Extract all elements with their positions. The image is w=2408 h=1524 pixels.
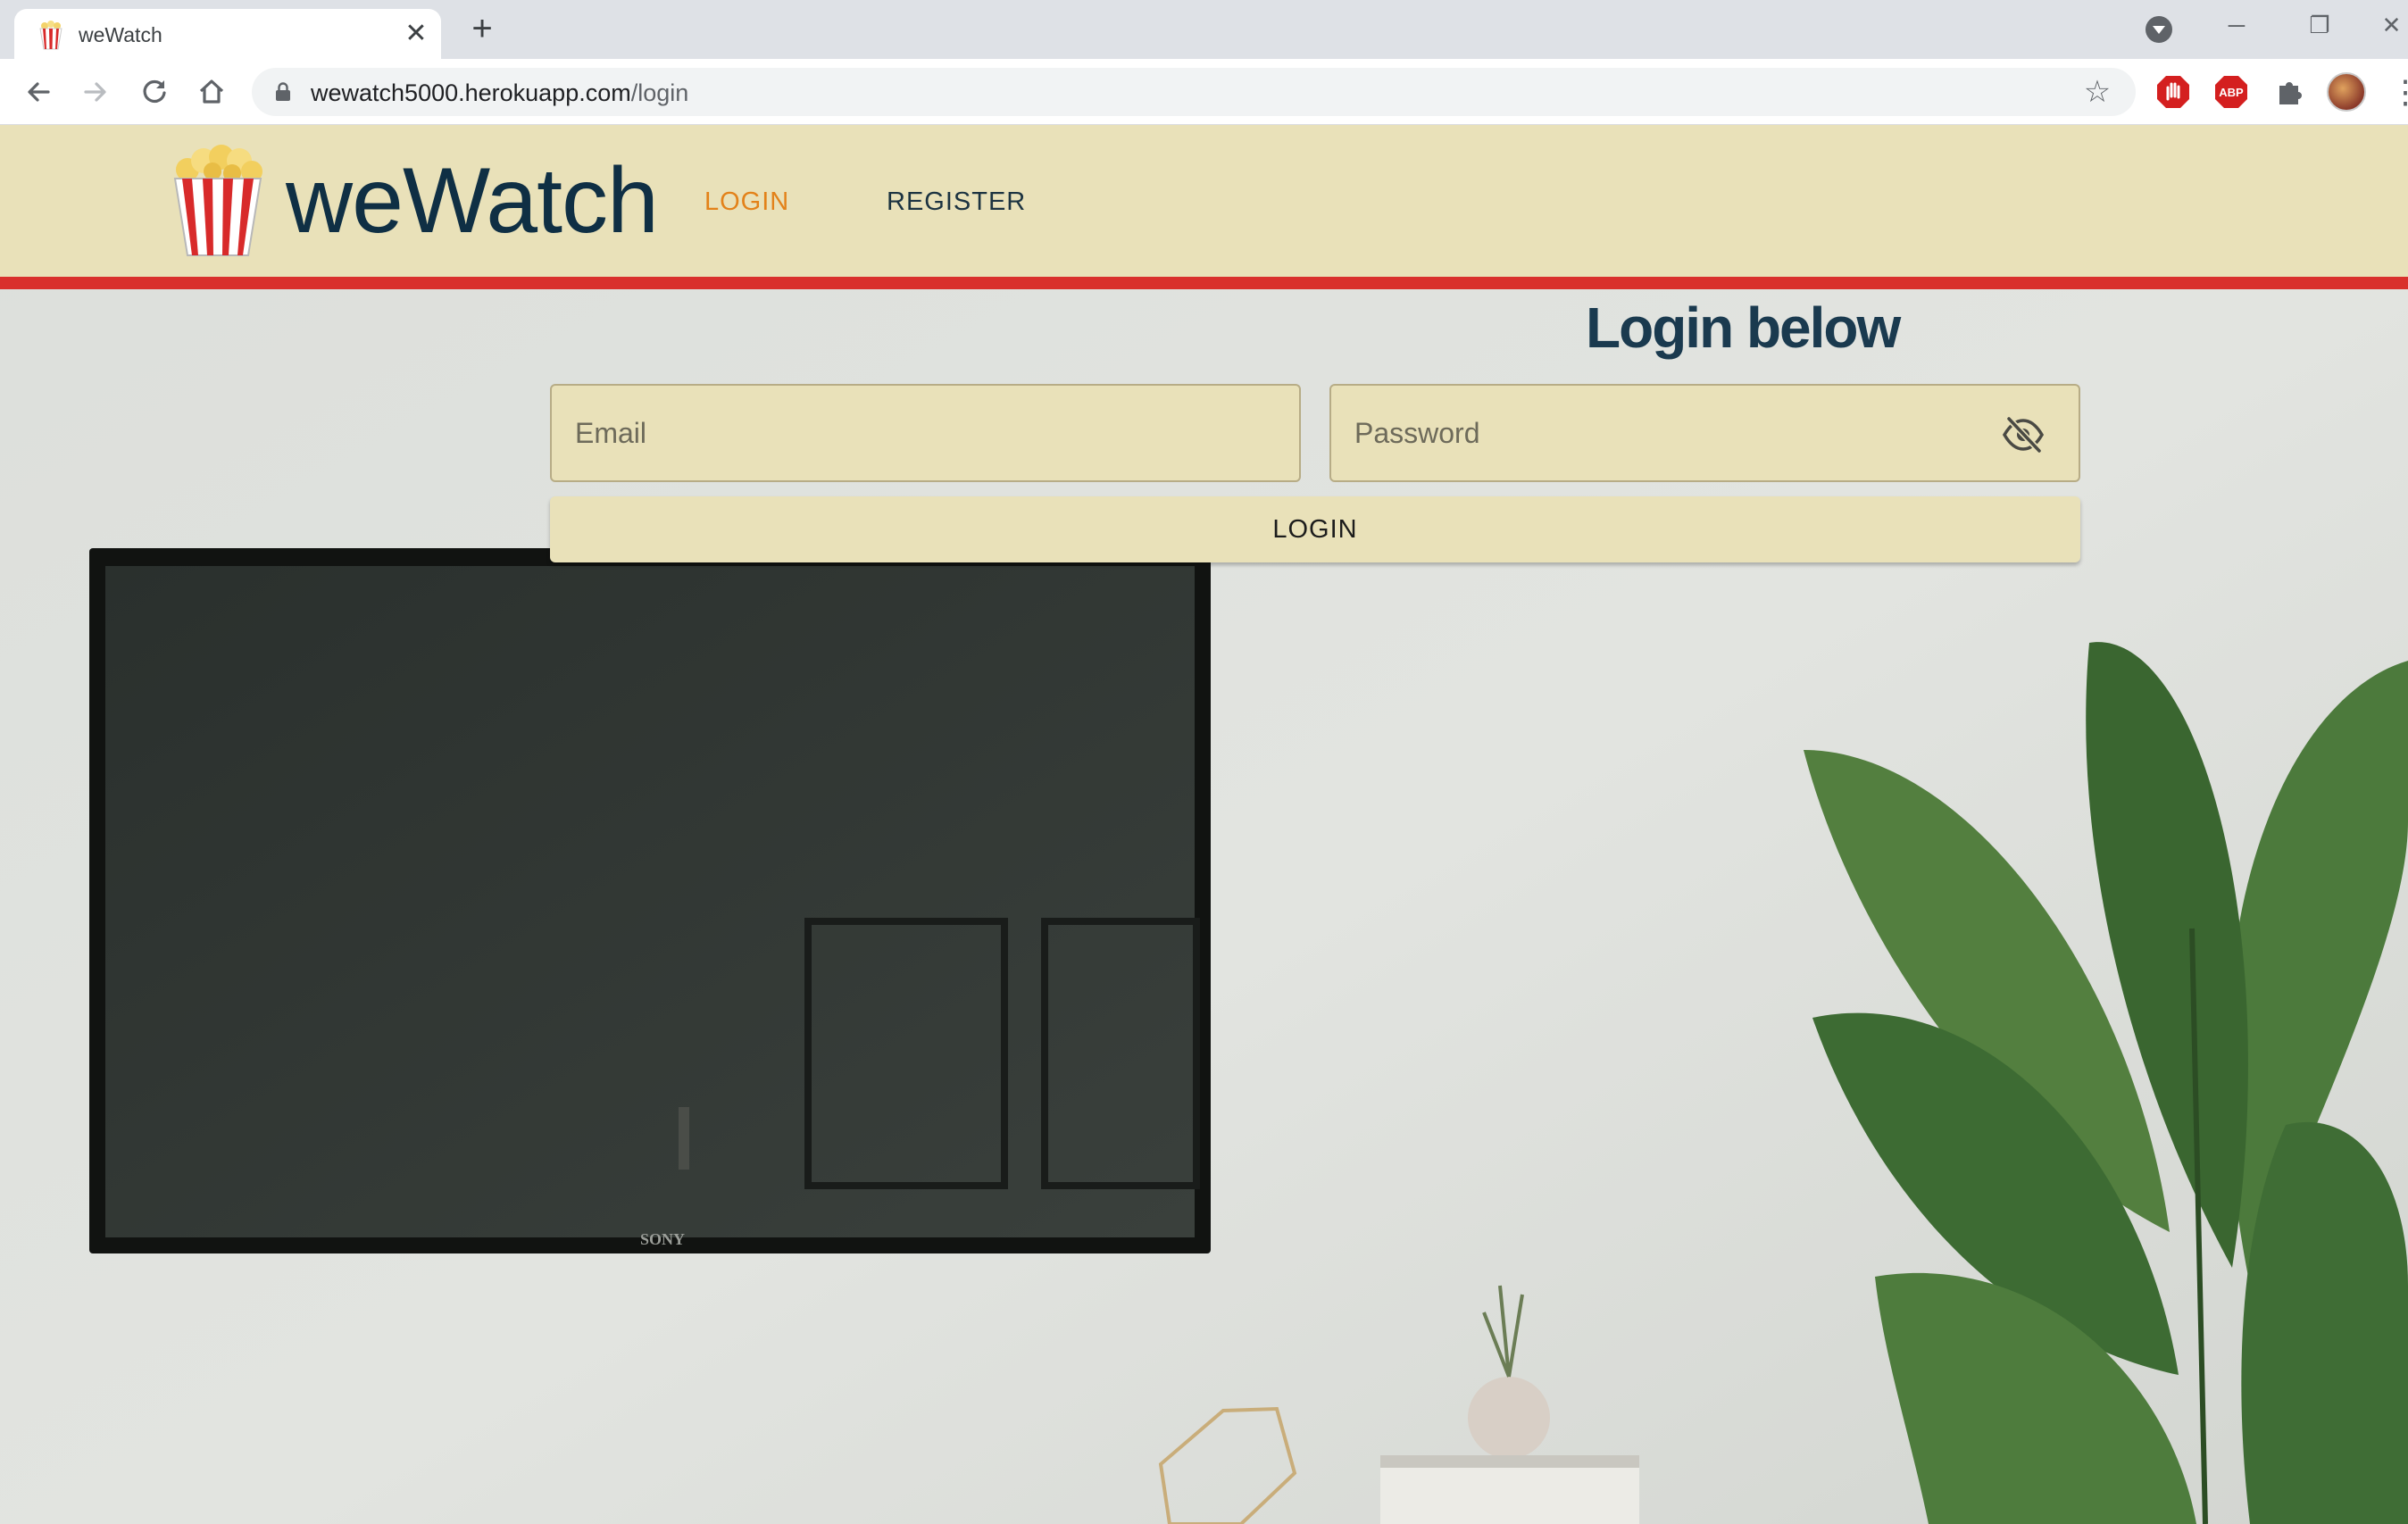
email-input[interactable] [552,386,1299,480]
tab-title: weWatch [79,23,162,46]
adblock-plus-icon[interactable]: ABP [2212,73,2250,111]
popcorn-favicon-icon [39,21,62,50]
new-tab-button[interactable]: + [464,11,500,46]
popcorn-logo-icon[interactable] [170,145,266,257]
url-path: /login [630,79,689,106]
login-heading: Login below [1586,295,1901,361]
profile-avatar[interactable] [2327,72,2366,112]
vase [1468,1377,1550,1459]
header-red-stripe [0,277,2408,289]
brand-name[interactable]: weWatch [286,148,659,254]
puzzle-extensions-icon[interactable] [2271,73,2308,111]
minimize-button[interactable]: ─ [2214,7,2259,43]
back-arrow-icon[interactable] [20,73,57,111]
menu-dots-icon[interactable]: ⋮ [2389,73,2408,111]
address-bar[interactable]: wewatch5000.herokuapp.com/login ☆ [252,68,2136,116]
url-host: wewatch5000.herokuapp.com [311,79,631,106]
tv-reflection-lamp [679,1107,689,1170]
browser-tab-bar: weWatch ✕ + ─ ❐ ✕ [0,0,2408,59]
page-viewport: SONY weWatch LOGIN REGISTER Login below … [0,125,2408,1524]
login-heading-rest: below [1746,296,1901,360]
forward-arrow-icon[interactable] [77,73,114,111]
browser-tab[interactable]: weWatch ✕ [14,9,441,59]
login-heading-bold: Login [1586,296,1734,360]
tv-screen [105,566,1195,1237]
restore-button[interactable]: ❐ [2297,7,2342,43]
email-field[interactable] [550,384,1301,482]
site-header: weWatch LOGIN REGISTER [0,125,2408,277]
close-window-button[interactable]: ✕ [2375,7,2408,43]
bookmark-star-icon[interactable]: ☆ [2080,75,2114,109]
tv-brand-label: SONY [640,1230,685,1248]
login-submit-button[interactable]: LOGIN [550,496,2080,562]
browser-toolbar: wewatch5000.herokuapp.com/login ☆ ABP ⋮ [0,59,2408,125]
stop-hand-extension-icon[interactable] [2154,73,2192,111]
tab-close-icon[interactable]: ✕ [400,18,432,50]
reload-icon[interactable] [136,73,173,111]
lock-icon[interactable] [275,82,291,102]
tab-search-icon[interactable] [2146,16,2172,43]
password-field[interactable] [1329,384,2080,482]
eye-off-icon[interactable] [2002,416,2045,454]
password-input[interactable] [1331,386,2079,480]
nav-register-link[interactable]: REGISTER [887,187,1026,217]
living-room-background-image: SONY [0,125,2408,1524]
home-icon[interactable] [193,73,230,111]
nav-login-link[interactable]: LOGIN [704,187,789,217]
url-text[interactable]: wewatch5000.herokuapp.com/login [311,79,688,107]
svg-text:ABP: ABP [2219,86,2244,99]
